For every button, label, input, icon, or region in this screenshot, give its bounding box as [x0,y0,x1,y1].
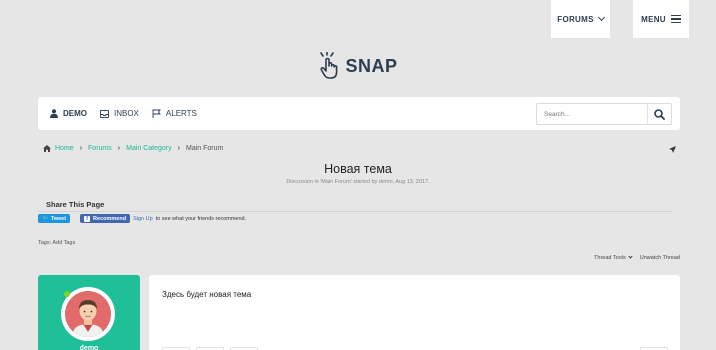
top-nav: FORUMS MENU [551,0,689,38]
logo-text: SNAP [345,55,398,76]
hamburger-icon [670,14,681,24]
inbox-label: INBOX [114,109,139,118]
tweet-label: Tweet [50,215,67,222]
post-author-card: demo [38,275,140,350]
search-box [536,103,672,125]
facebook-signup-text: to see what your friends recommend. [155,215,247,222]
add-tags-link[interactable]: Add Tags [52,240,75,246]
facebook-icon: f [84,215,91,222]
tags-label: Tags: [38,240,52,246]
chevron-down-icon [628,254,633,259]
location-arrow-icon[interactable] [669,146,676,153]
thread-tools-menu[interactable]: Thread Tools [594,254,633,261]
twitter-bird-icon: 🐦 [42,215,49,222]
breadcrumb-separator-icon: › [177,145,180,152]
search-button[interactable] [647,104,671,124]
site-logo[interactable]: SNAP [0,52,716,80]
online-status-icon [64,291,70,297]
recommend-label: Recommend [93,215,127,222]
post-author-name[interactable]: demo [38,345,140,350]
thread-description: Discussion in 'Main Forum' started by de… [286,179,430,185]
breadcrumb-separator-icon: › [79,145,83,152]
user-menu[interactable]: DEMO [50,109,87,118]
breadcrumb-forums[interactable]: Forums [88,145,112,152]
recommend-button[interactable]: f Recommend [80,214,131,223]
facebook-recommend: f Recommend Sign Up to see what your fri… [80,214,246,223]
post-body: Здесь будет новая тема [149,275,680,350]
main-menu-button[interactable]: MENU [633,0,689,38]
alerts-link[interactable]: ALERTS [152,109,197,118]
forums-menu-button[interactable]: FORUMS [551,0,610,38]
thread-tools-bar: Thread Tools Unwatch Thread [594,254,680,261]
share-divider [38,211,672,212]
forums-label: FORUMS [557,14,594,24]
home-icon [43,145,51,152]
share-buttons: 🐦 Tweet f Recommend Sign Up to see what … [38,214,246,223]
flag-icon [152,109,161,118]
navbar: DEMO INBOX ALERTS [38,97,680,130]
tweet-button[interactable]: 🐦 Tweet [38,214,71,223]
thread-title: Новая тема [324,162,392,176]
thread-tools-label: Thread Tools [594,255,626,261]
breadcrumb: Home › Forums › Main Category › Main For… [43,145,223,152]
menu-label: MENU [641,14,666,24]
post-message: Здесь будет новая тема [162,290,252,299]
chevron-down-icon [597,13,605,22]
breadcrumb-separator-icon: › [117,145,121,152]
unwatch-thread-link[interactable]: Unwatch Thread [640,255,680,261]
search-icon [654,108,665,120]
share-heading: Share This Page [46,200,105,209]
tap-hand-icon [320,52,338,79]
facebook-signup-link[interactable]: Sign Up [133,216,153,222]
search-input[interactable] [537,105,647,123]
inbox-link[interactable]: INBOX [100,109,139,118]
avatar-illustration [65,291,111,337]
breadcrumb-current: Main Forum [185,145,224,152]
user-icon [50,109,58,118]
alerts-label: ALERTS [165,109,197,118]
user-label: DEMO [63,109,87,118]
thread-tags: Tags: Add Tags [38,240,75,246]
breadcrumb-home[interactable]: Home [55,145,74,152]
breadcrumb-main-category[interactable]: Main Category [126,145,172,152]
inbox-icon [100,109,109,118]
